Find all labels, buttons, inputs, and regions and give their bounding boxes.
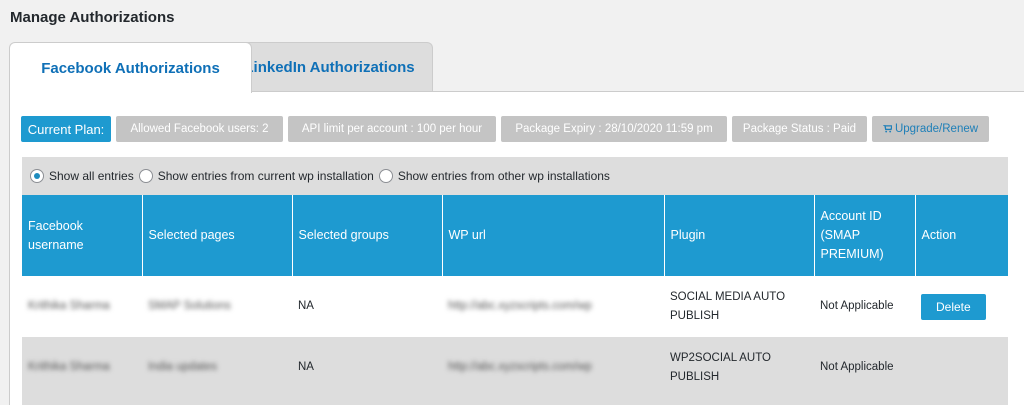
header-selected-pages: Selected pages	[142, 195, 293, 276]
cell-groups: NA	[292, 337, 442, 398]
cart-icon	[882, 125, 892, 133]
allowed-users-badge: Allowed Facebook users: 2	[116, 116, 283, 142]
filter-other-installations[interactable]: Show entries from other wp installations	[378, 169, 610, 183]
upgrade-renew-label: Upgrade/Renew	[894, 123, 979, 135]
filter-current-installation[interactable]: Show entries from current wp installatio…	[138, 169, 374, 183]
authorizations-table: Facebook username Selected pages Selecte…	[22, 195, 1008, 405]
cell-account-id: Not Applicable	[814, 337, 915, 398]
tab-linkedin-authorizations[interactable]: LinkedIn Authorizations	[226, 42, 433, 92]
current-plan-label: Current Plan:	[21, 116, 111, 142]
radio-other-installations[interactable]	[378, 169, 393, 183]
cell-partial	[22, 398, 1008, 405]
page-title: Manage Authorizations	[10, 9, 175, 26]
filter-other-label: Show entries from other wp installations	[397, 169, 610, 183]
radio-all-entries[interactable]	[30, 169, 44, 183]
table-row: Krithika Sharma SMAP Solutions NA http:/…	[22, 276, 1008, 337]
table-header-row: Facebook username Selected pages Selecte…	[22, 195, 1008, 276]
plan-bar: Current Plan: Allowed Facebook users: 2 …	[21, 116, 994, 142]
cell-wp-url: http://abc.xyzscripts.com/wp	[442, 337, 664, 398]
header-facebook-username: Facebook username	[22, 195, 143, 276]
cell-action: Delete	[915, 276, 1008, 337]
filter-current-label: Show entries from current wp installatio…	[157, 169, 374, 183]
header-account-id: Account ID (SMAP PREMIUM)	[814, 195, 916, 276]
header-action: Action	[915, 195, 1008, 276]
cell-pages: India updates	[142, 337, 292, 398]
table-row-partial	[22, 398, 1008, 405]
cell-groups: NA	[292, 276, 442, 337]
upgrade-renew-button[interactable]: Upgrade/Renew	[872, 116, 989, 142]
cell-pages: SMAP Solutions	[142, 276, 292, 337]
cell-username: Krithika Sharma	[22, 337, 142, 398]
header-plugin: Plugin	[664, 195, 815, 276]
package-status-badge: Package Status : Paid	[732, 116, 867, 142]
header-wp-url: WP url	[442, 195, 665, 276]
package-expiry-badge: Package Expiry : 28/10/2020 11:59 pm	[501, 116, 727, 142]
radio-current-installation[interactable]	[138, 169, 153, 183]
delete-button[interactable]: Delete	[921, 293, 986, 320]
header-selected-groups: Selected groups	[292, 195, 443, 276]
cell-plugin: SOCIAL MEDIA AUTO PUBLISH	[664, 276, 814, 337]
cell-username: Krithika Sharma	[22, 276, 142, 337]
api-limit-badge: API limit per account : 100 per hour	[288, 116, 496, 142]
cell-account-id: Not Applicable	[814, 276, 915, 337]
filter-all-label: Show all entries	[49, 169, 134, 183]
entries-filter: Show all entries Show entries from curre…	[22, 157, 1008, 195]
cell-plugin: WP2SOCIAL AUTO PUBLISH	[664, 337, 814, 398]
table-row: Krithika Sharma India updates NA http://…	[22, 337, 1008, 398]
cell-wp-url: http://abc.xyzscripts.com/wp	[442, 276, 664, 337]
cell-action	[915, 337, 1008, 398]
tab-facebook-authorizations[interactable]: Facebook Authorizations	[9, 42, 252, 93]
filter-all-entries[interactable]: Show all entries	[30, 169, 134, 183]
